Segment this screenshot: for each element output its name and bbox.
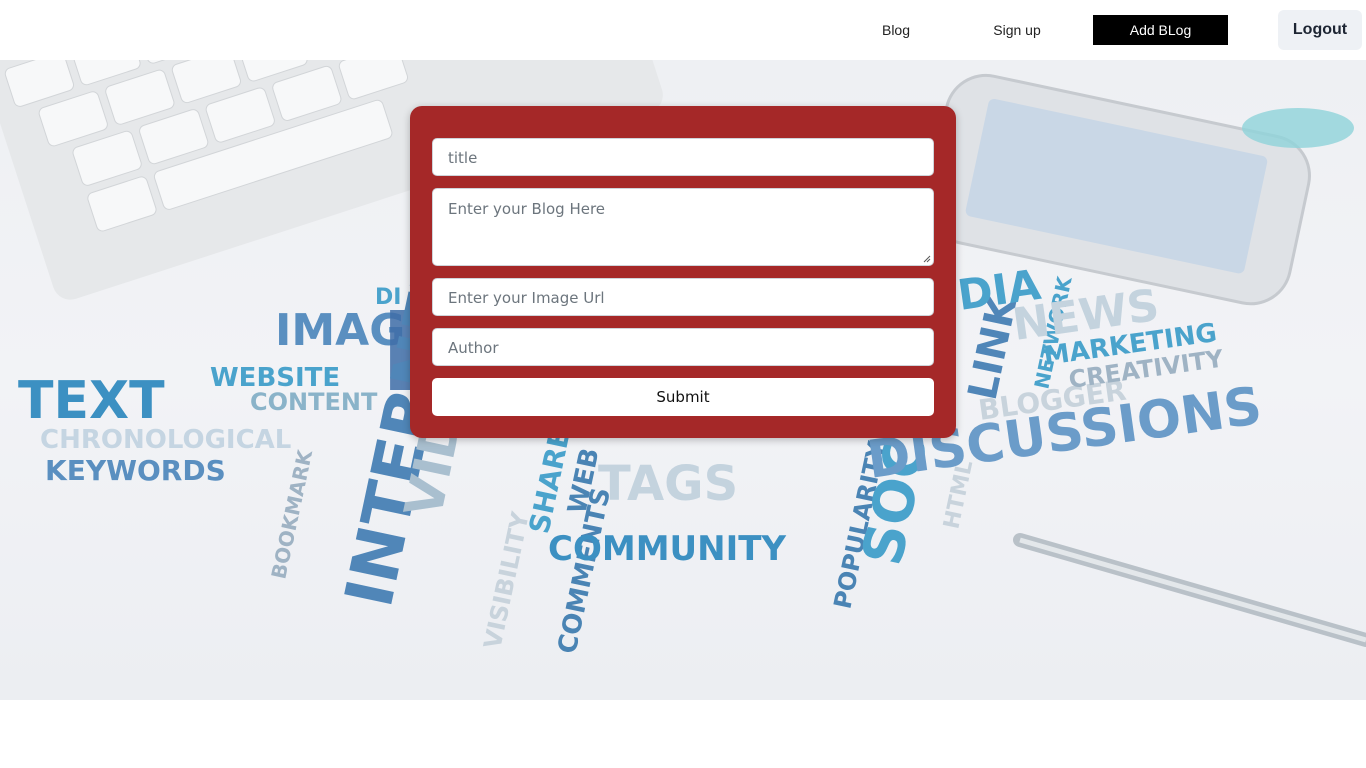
add-blog-form: title Enter your Blog Here Enter your Im… <box>410 106 956 438</box>
svg-text:KEYWORDS: KEYWORDS <box>45 454 226 487</box>
blog-content-textarea[interactable]: Enter your Blog Here <box>432 188 934 266</box>
pen-image <box>1013 533 1366 647</box>
svg-text:BOOKMARK: BOOKMARK <box>266 446 317 581</box>
blog-content-placeholder: Enter your Blog Here <box>448 200 606 218</box>
svg-text:CHRONOLOGICAL: CHRONOLOGICAL <box>40 425 291 455</box>
svg-text:CONTENT: CONTENT <box>250 388 378 416</box>
svg-text:TAGS: TAGS <box>598 456 738 512</box>
image-url-input[interactable]: Enter your Image Url <box>432 278 934 316</box>
author-input[interactable]: Author <box>432 328 934 366</box>
submit-button[interactable]: Submit <box>432 378 934 416</box>
svg-text:COMMUNITY: COMMUNITY <box>548 529 786 569</box>
svg-text:TEXT: TEXT <box>18 371 165 431</box>
nav-add-blog-button[interactable]: Add BLog <box>1093 15 1228 45</box>
nav-signup-link[interactable]: Sign up <box>977 15 1057 45</box>
navbar: Blog Sign up Add BLog Logout <box>0 0 1366 60</box>
nav-blog-link[interactable]: Blog <box>866 15 926 45</box>
logout-button[interactable]: Logout <box>1278 10 1362 50</box>
resize-handle-icon[interactable] <box>923 255 931 263</box>
sticker-image <box>1242 108 1354 148</box>
title-input[interactable]: title <box>432 138 934 176</box>
